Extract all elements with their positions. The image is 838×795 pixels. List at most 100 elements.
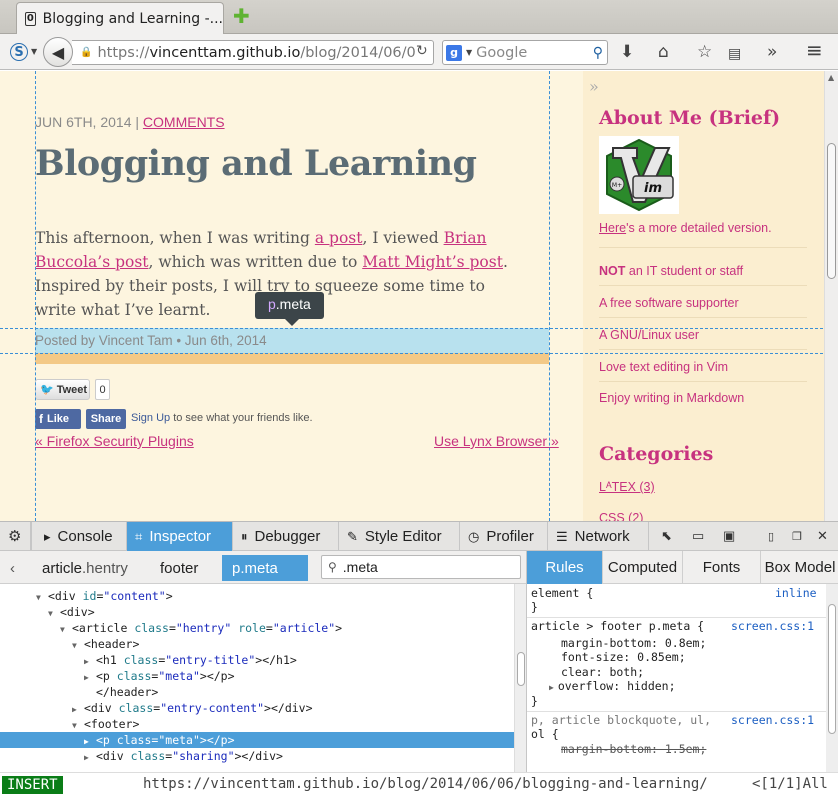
expand-triangle-icon[interactable]: ▶: [84, 750, 96, 766]
markup-node[interactable]: ▼ <div>: [0, 604, 514, 620]
rule-source-link[interactable]: screen.css:1: [731, 713, 814, 728]
tab-box-model[interactable]: Box Model: [761, 551, 838, 584]
search-icon: ⚲: [328, 560, 337, 574]
tab-computed[interactable]: Computed: [603, 551, 683, 584]
rule-source-link[interactable]: inline: [775, 586, 817, 601]
breadcrumb-item[interactable]: article .hentry: [32, 555, 138, 581]
breadcrumb-item-active[interactable]: p .meta: [222, 555, 308, 581]
fb-signup-link[interactable]: Sign Up: [131, 412, 170, 424]
comments-link[interactable]: COMMENTS: [143, 114, 225, 130]
tab-console[interactable]: ▸ Console: [36, 522, 127, 551]
category-latex-link[interactable]: LᴬTEX (3): [599, 480, 655, 494]
tab-debugger[interactable]: ⏸ Debugger: [233, 522, 339, 551]
tab-fonts[interactable]: Fonts: [683, 551, 761, 584]
tab-rules[interactable]: Rules: [527, 551, 603, 584]
tab-network[interactable]: ☰ Network: [548, 522, 649, 551]
reload-icon[interactable]: ↻: [416, 43, 428, 59]
markup-node[interactable]: ▼ <header>: [0, 636, 514, 652]
pick-element-icon[interactable]: ⬉: [661, 528, 672, 544]
bookmarks-menu-icon[interactable]: ▤: [728, 44, 741, 64]
node-text: <h1 class="entry-title"></h1>: [96, 653, 297, 667]
node-text: </header>: [96, 685, 159, 699]
search-bar[interactable]: g ▼ Google ⚲: [442, 40, 608, 65]
scrollbar-thumb[interactable]: [517, 652, 525, 686]
markup-node[interactable]: ▼ <div id="content">: [0, 588, 514, 604]
markup-node[interactable]: ▶ <div class="entry-content"></div>: [0, 700, 514, 716]
node-text: <div id="content">: [48, 589, 173, 603]
sidebar-collapse-icon[interactable]: »: [589, 77, 599, 96]
markup-scrollbar[interactable]: [514, 584, 526, 772]
tab-profiler[interactable]: ◷ Profiler: [460, 522, 548, 551]
dock-side-icon[interactable]: ▯: [768, 530, 774, 543]
download-icon[interactable]: ⬇: [620, 42, 634, 62]
url-domain: vincenttam.github.io: [149, 44, 301, 61]
engine-dropdown-icon[interactable]: ▼: [466, 48, 472, 57]
hamburger-menu-icon[interactable]: ≡: [806, 40, 823, 60]
intro-text-3: , which was written due to: [148, 253, 363, 271]
markup-node[interactable]: ▶ <p class="meta"></p>: [0, 668, 514, 684]
markup-node[interactable]: ▶ <div class="sharing"></div>: [0, 748, 514, 764]
fb-like-button[interactable]: f Like: [35, 409, 81, 429]
new-tab-plus-icon[interactable]: ✚: [233, 6, 250, 26]
category-css-link[interactable]: CSS (2): [599, 511, 643, 521]
rule-source-link[interactable]: screen.css:1: [731, 619, 814, 634]
close-icon[interactable]: ✕: [817, 528, 828, 544]
tab-label: Style Editor: [364, 528, 442, 545]
status-url: https://vincenttam.github.io/blog/2014/0…: [143, 776, 708, 792]
next-post-link[interactable]: Use Lynx Browser »: [434, 433, 559, 449]
expand-triangle-icon[interactable]: ▶: [549, 683, 554, 692]
settings-gear-icon[interactable]: ⚙: [8, 527, 21, 545]
markup-node[interactable]: </header>: [0, 684, 514, 700]
svg-text:M+: M+: [612, 182, 622, 189]
breadcrumb-scroll-left-icon[interactable]: ‹: [0, 555, 30, 581]
markup-node[interactable]: ▼ <article class="hentry" role="article">: [0, 620, 514, 636]
back-button[interactable]: ◀: [43, 37, 73, 67]
divider: [30, 522, 32, 551]
identity-s-icon[interactable]: S: [10, 43, 28, 61]
browser-tab[interactable]: 0 Blogging and Learning -...: [16, 2, 224, 34]
markup-node[interactable]: ▼ <footer>: [0, 716, 514, 732]
profiler-icon: ◷: [468, 528, 480, 544]
vim-logo-image: im M+: [599, 136, 679, 214]
a-post-link[interactable]: a post: [315, 229, 363, 247]
matt-post-link[interactable]: Matt Might’s post: [362, 253, 503, 271]
prev-post-link[interactable]: « Firefox Security Plugins: [35, 433, 194, 449]
intro-text-1: This afternoon, when I was writing: [35, 229, 315, 247]
status-position: <[1/1]All: [752, 776, 828, 792]
url-bar[interactable]: 🔒 https://vincenttam.github.io/blog/2014…: [72, 40, 434, 65]
tab-inspector[interactable]: ⌗ Inspector: [127, 522, 233, 551]
rule-declaration[interactable]: font-size: 0.85em;: [561, 650, 686, 665]
inspector-search-input[interactable]: ⚲ .meta: [321, 555, 521, 579]
overflow-chevron-icon[interactable]: »: [767, 42, 777, 62]
markup-node-selected[interactable]: ▶ <p class="meta"></p>: [0, 732, 514, 748]
divider: [599, 285, 807, 286]
rule-selector-cont: ol {: [531, 727, 559, 741]
divider: [599, 349, 807, 350]
page-scrollbar[interactable]: ▲: [824, 71, 838, 521]
undock-icon[interactable]: ❐: [792, 530, 802, 543]
node-text: <header>: [84, 637, 140, 651]
markup-node[interactable]: ▶ <h1 class="entry-title"></h1>: [0, 652, 514, 668]
responsive-mode-icon[interactable]: ▣: [723, 528, 735, 544]
here-link[interactable]: Here: [599, 221, 626, 235]
home-icon[interactable]: ⌂: [658, 42, 669, 62]
split-console-icon[interactable]: ▭: [692, 528, 704, 544]
scrollbar-thumb[interactable]: [828, 604, 836, 734]
rule-declaration[interactable]: clear: both;: [561, 665, 644, 680]
google-engine-icon[interactable]: g: [446, 44, 462, 61]
fb-share-button[interactable]: Share: [86, 409, 126, 429]
scroll-up-icon[interactable]: ▲: [828, 73, 834, 82]
tooltip-tag: p: [268, 296, 276, 312]
scrollbar-thumb[interactable]: [827, 143, 836, 279]
rules-scrollbar[interactable]: [826, 584, 838, 772]
search-icon[interactable]: ⚲: [593, 45, 603, 61]
chevron-down-icon[interactable]: ▼: [31, 47, 37, 56]
rule-declaration-overridden[interactable]: margin-bottom: 1.5em;: [561, 742, 706, 757]
bookmark-star-icon[interactable]: ☆: [697, 42, 712, 62]
fb-like-label: Like: [47, 413, 70, 425]
rule-declaration[interactable]: ▶ overflow: hidden;: [549, 679, 676, 694]
breadcrumb-item[interactable]: footer: [150, 555, 208, 581]
tweet-button[interactable]: 🐦 Tweet: [35, 379, 90, 400]
rule-declaration[interactable]: margin-bottom: 0.8em;: [561, 636, 706, 651]
tab-style-editor[interactable]: ✎ Style Editor: [339, 522, 460, 551]
